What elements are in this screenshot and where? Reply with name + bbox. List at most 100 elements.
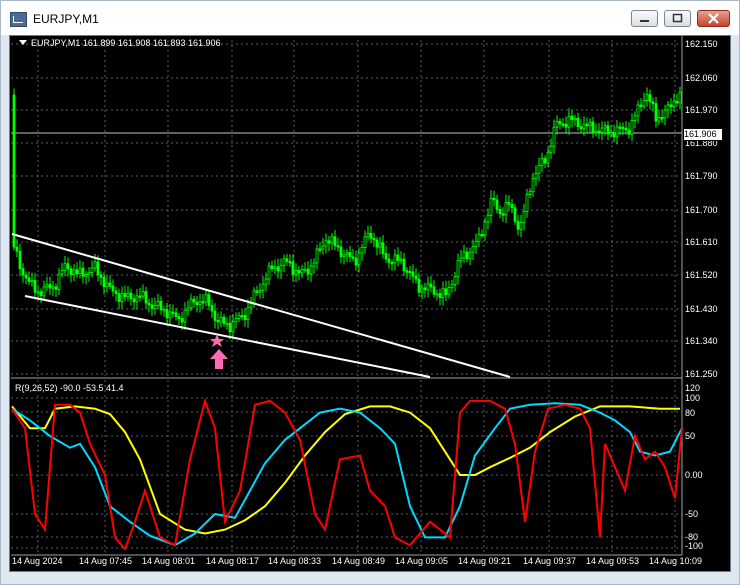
price-tick-label: 161.790 [685,171,718,181]
candle-body [417,278,421,293]
candle-body [483,221,487,236]
candle-body [282,258,286,266]
candle-body [27,277,31,282]
candle-body [69,268,73,275]
candle-body [660,117,664,120]
candle-body [36,291,40,294]
candle-body [612,132,616,138]
candle-body [480,233,484,237]
time-tick-label: 14 Aug 09:05 [395,556,449,566]
candle-body [336,245,340,248]
candle-body [237,315,241,319]
caret-down-icon[interactable] [19,40,27,45]
candle-body [648,94,652,103]
candle-body [438,293,442,298]
indicator-tick-label: -50 [685,509,699,519]
candle-body [150,304,154,309]
candle-body [513,207,517,222]
candle-body [393,254,397,264]
candle-body [246,306,250,320]
candle-body [384,253,388,260]
candle-body [663,109,667,119]
candle-body [105,282,109,288]
candle-body [588,121,592,127]
candle-body [669,104,673,107]
candle-body [609,132,613,135]
candle-body [462,251,466,259]
candle-body [426,283,430,291]
candle-body [273,266,277,270]
price-tick-label: 162.060 [685,73,718,83]
candle-body [531,178,535,193]
candle-body [183,309,187,323]
candle-body [129,292,133,300]
candle-body [135,295,139,303]
candle-body [441,288,445,298]
candle-body [225,322,229,326]
candle-body [423,287,427,291]
candle-body [261,283,265,291]
candle-body [675,100,679,104]
candle-body [267,265,271,280]
candle-body [240,315,244,318]
candle-body [357,252,361,266]
candle-body [381,242,385,255]
candle-body [138,295,142,298]
candle-body [549,145,553,153]
candle-body [351,256,355,259]
candle-body [222,316,226,325]
candle-body [21,268,25,276]
candle-body [126,292,130,298]
candle-body [315,248,319,264]
candle-body [165,309,169,319]
candle-body [390,261,394,265]
candle-body [297,269,301,274]
candle-body [294,269,298,275]
candle-body [33,280,37,293]
candle-body [309,265,313,275]
candle-body [333,236,337,247]
candle-body [270,265,274,270]
candle-body [537,164,541,174]
candle-body [318,248,322,251]
candle-body [525,194,529,212]
current-price-label: 161.906 [683,128,723,141]
time-tick-label: 14 Aug 09:37 [523,556,577,566]
candle-body [627,129,631,135]
candle-body [204,294,208,303]
indicator-tick-label: 50 [685,431,696,441]
candle-body [192,298,196,303]
price-chart[interactable] [0,0,740,585]
candle-body [486,214,490,223]
candle-body [201,301,205,304]
candle-body [339,246,343,257]
candle-body [396,254,400,261]
candle-body [228,322,232,333]
candle-body [306,268,310,275]
candle-body [195,301,199,306]
candle-body [492,197,496,201]
candle-body [264,278,268,285]
candle-body [642,100,646,107]
candle-body [216,319,220,323]
candle-body [432,286,436,295]
candle-body [171,311,175,314]
candle-body [84,274,88,277]
candle-body [63,263,67,271]
candle-body [639,104,643,107]
candle-body [348,252,352,258]
candle-body [78,267,82,275]
candle-body [93,261,97,269]
candle-body [561,123,565,126]
candle-body [468,251,472,259]
candle-body [108,282,112,287]
candle-body [213,310,217,321]
candle-body [219,316,223,323]
candle-body [363,236,367,248]
candle-body [447,287,451,296]
candle-body [375,239,379,248]
candle-body [579,126,583,130]
candle-body [498,208,502,215]
candle-body [501,213,505,216]
candle-body [528,191,532,195]
